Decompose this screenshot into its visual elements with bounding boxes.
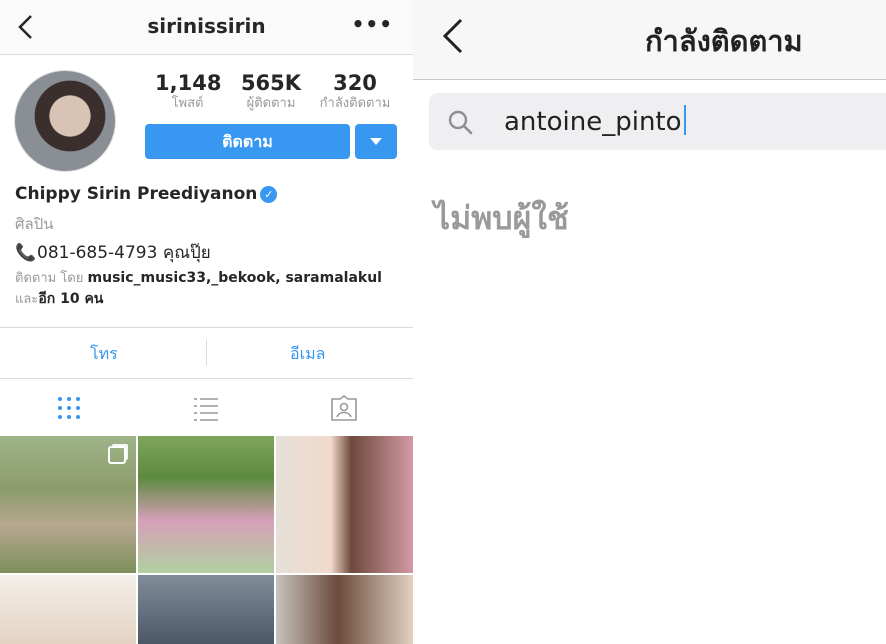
- tagged-icon[interactable]: [330, 395, 358, 421]
- more-options-icon[interactable]: •••: [352, 12, 393, 36]
- contact-divider: [206, 340, 207, 366]
- profile-screen: sirinissirin ••• 1,148 โพสต์ 565K ผู้ติด…: [0, 0, 413, 644]
- stat-following-count: 320: [333, 71, 377, 95]
- post-thumbnail[interactable]: [138, 436, 274, 573]
- followed-by-more: อีก 10 คน: [38, 291, 104, 307]
- text-caret: [683, 105, 686, 135]
- followed-by-more-prefix: และ: [15, 292, 39, 307]
- bio-text: 081-685-4793 คุณปุ๊ย: [37, 243, 211, 263]
- email-button[interactable]: อีเมล: [290, 342, 325, 367]
- followed-by-prefix: ติดตาม โดย: [15, 271, 84, 286]
- following-search-screen: กำลังติดตาม antoine_pinto ไม่พบผู้ใช้: [413, 0, 886, 644]
- no-users-found-message: ไม่พบผู้ใช้: [434, 199, 569, 237]
- followed-by[interactable]: ติดตาม โดย music_music33,_bekook, sarama…: [15, 268, 405, 310]
- stat-followers[interactable]: 565K ผู้ติดตาม: [236, 70, 306, 112]
- search-input[interactable]: antoine_pinto: [504, 105, 686, 137]
- post-thumbnail[interactable]: [0, 575, 136, 644]
- stat-followers-label: ผู้ติดตาม: [246, 96, 296, 111]
- suggestions-dropdown-button[interactable]: [355, 124, 397, 159]
- stat-following-label: กำลังติดตาม: [319, 96, 391, 111]
- follow-button[interactable]: ติดตาม: [145, 124, 350, 159]
- post-thumbnail[interactable]: [276, 436, 413, 573]
- profile-header: sirinissirin •••: [0, 0, 413, 55]
- posts-grid: [0, 436, 413, 644]
- search-bar[interactable]: antoine_pinto: [429, 93, 886, 150]
- back-icon[interactable]: [439, 16, 467, 56]
- contact-bar: โทร อีเมล: [0, 327, 413, 379]
- call-button[interactable]: โทร: [90, 342, 118, 367]
- stat-followers-count: 565K: [240, 71, 302, 95]
- profile-bio: 📞081-685-4793 คุณปุ๊ย: [15, 239, 211, 266]
- post-thumbnail[interactable]: [0, 436, 136, 573]
- following-header: กำลังติดตาม: [413, 0, 886, 80]
- post-thumbnail[interactable]: [138, 575, 274, 644]
- stat-following[interactable]: 320 กำลังติดตาม: [312, 70, 398, 112]
- search-icon: [448, 110, 473, 135]
- avatar[interactable]: [14, 70, 116, 172]
- stat-posts-label: โพสต์: [171, 96, 204, 111]
- page-title: กำลังติดตาม: [645, 24, 803, 58]
- profile-full-name: Chippy Sirin Preediyanon ✓: [15, 184, 278, 204]
- search-input-value: antoine_pinto: [504, 107, 682, 137]
- profile-view-tabs: [0, 379, 413, 436]
- multiple-photos-icon: [108, 446, 126, 464]
- followed-by-names: music_music33,_bekook, saramalakul: [87, 270, 382, 286]
- grid-icon[interactable]: [56, 395, 82, 421]
- stat-posts-count: 1,148: [155, 71, 222, 95]
- stat-posts[interactable]: 1,148 โพสต์: [155, 70, 222, 112]
- full-name-text: Chippy Sirin Preediyanon: [15, 184, 258, 204]
- list-icon[interactable]: [193, 395, 219, 421]
- post-thumbnail[interactable]: [276, 575, 413, 644]
- verified-badge-icon: ✓: [260, 186, 278, 203]
- phone-icon: 📞: [15, 243, 37, 263]
- profile-category: ศิลปิน: [15, 215, 54, 233]
